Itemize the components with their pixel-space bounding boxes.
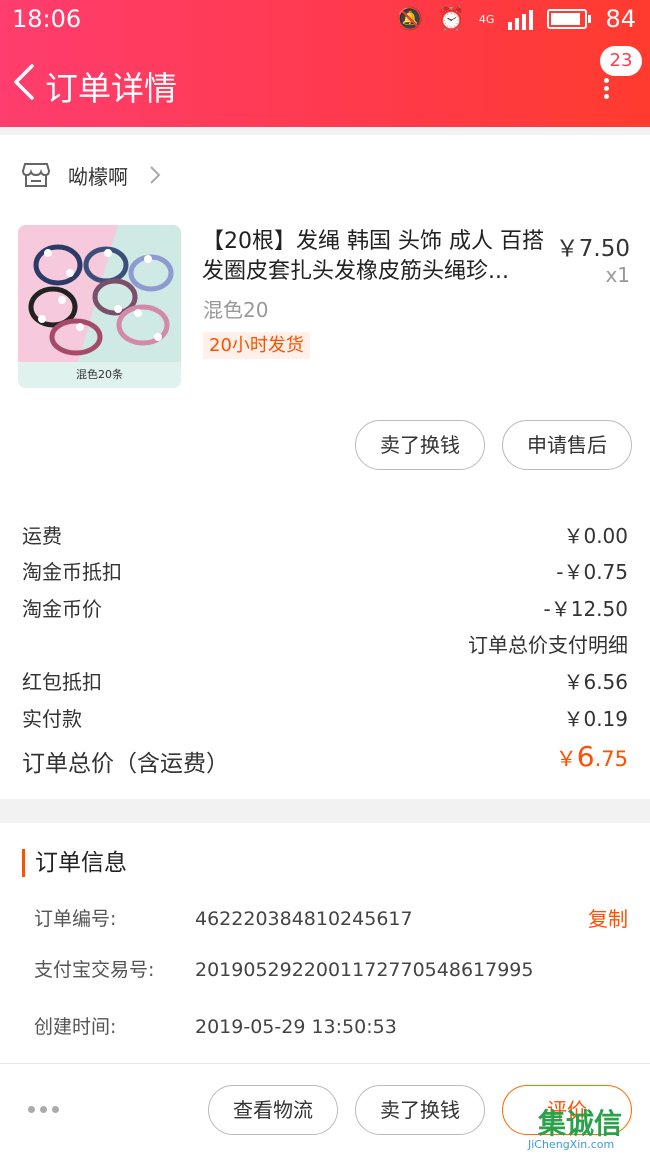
payment-row: 红包抵扣 ￥6.56 xyxy=(22,667,628,697)
product-title[interactable]: 【20根】发绳 韩国 头饰 成人 百搭发圈皮套扎头发橡皮筋头绳珍... xyxy=(202,227,550,287)
total-currency: ￥ xyxy=(555,747,577,771)
shop-row[interactable]: 呦檬啊 xyxy=(22,160,162,190)
sell-button[interactable]: 卖了换钱 xyxy=(355,1085,485,1135)
shop-name: 呦檬啊 xyxy=(68,164,128,189)
signal-icon xyxy=(508,8,534,30)
copy-button[interactable]: 复制 xyxy=(588,905,628,933)
total-integer: 6 xyxy=(576,740,595,773)
status-bar: 18:06 🔕 ⏰ 4G 84 xyxy=(0,0,650,40)
order-card: 呦檬啊 混色20条 【20根】发绳 韩国 头饰 成人 百搭发圈皮套扎头发橡皮筋头… xyxy=(0,135,650,799)
order-total-row: 订单总价（含运费） ￥6.75 xyxy=(22,740,628,780)
battery-level: 84 xyxy=(605,5,636,33)
shipping-tag: 20小时发货 xyxy=(203,332,310,359)
hair-tie-picture xyxy=(18,225,181,362)
order-total-value: ￥6.75 xyxy=(556,740,628,773)
order-info-section: 订单信息 订单编号: 462220384810245617 复制 支付宝交易号:… xyxy=(0,823,650,1063)
order-number: 462220384810245617 xyxy=(195,908,413,930)
after-sales-button[interactable]: 申请售后 xyxy=(502,420,632,470)
order-number-row: 订单编号: 462220384810245617 复制 xyxy=(34,905,628,933)
fee-label: 淘金币价 xyxy=(22,597,102,621)
view-logistics-button[interactable]: 查看物流 xyxy=(208,1085,338,1135)
fee-value: -￥12.50 xyxy=(543,597,628,621)
fee-row: 淘金币抵扣 -￥0.75 xyxy=(22,557,628,587)
fee-label: 淘金币抵扣 xyxy=(22,560,122,584)
info-key: 支付宝交易号: xyxy=(34,959,155,981)
site-watermark: 集诚信 JiChengXin.com xyxy=(528,1098,650,1155)
status-time: 18:06 xyxy=(12,5,82,33)
product-price: ￥7.50 xyxy=(555,236,630,262)
product-image[interactable]: 混色20条 xyxy=(18,225,181,388)
battery-icon xyxy=(547,9,592,29)
alipay-trade-number: 2019052922001172770548617995 xyxy=(195,959,534,981)
payment-detail-link[interactable]: 订单总价支付明细 xyxy=(468,629,628,658)
created-time: 2019-05-29 13:50:53 xyxy=(195,1016,397,1038)
sell-button[interactable]: 卖了换钱 xyxy=(355,420,485,470)
info-key: 创建时间: xyxy=(34,1016,117,1038)
more-menu-icon[interactable] xyxy=(604,78,610,100)
watermark-url: JiChengXin.com xyxy=(528,1138,615,1151)
order-total-label: 订单总价（含运费） xyxy=(22,751,229,777)
payment-row: 实付款 ￥0.19 xyxy=(22,704,628,734)
info-key: 订单编号: xyxy=(34,908,117,930)
fee-value: -￥0.75 xyxy=(556,560,628,584)
watermark-text: 集诚信 xyxy=(538,1107,623,1140)
total-decimal: .75 xyxy=(594,747,628,771)
fee-row: 淘金币价 -￥12.50 xyxy=(22,594,628,624)
product-quantity: x1 xyxy=(605,263,630,287)
more-actions-icon[interactable] xyxy=(28,1106,59,1113)
fee-value: ￥0.00 xyxy=(563,524,628,548)
chevron-right-icon xyxy=(150,166,161,184)
network-type: 4G xyxy=(478,12,495,26)
alarm-icon: ⏰ xyxy=(437,6,465,32)
fee-row: 运费 ￥0.00 xyxy=(22,521,628,551)
back-icon[interactable] xyxy=(10,62,40,102)
status-icons: 🔕 ⏰ 4G 84 xyxy=(396,5,636,33)
payment-value: ￥0.19 xyxy=(563,707,628,731)
payment-label: 实付款 xyxy=(22,707,82,731)
fee-label: 运费 xyxy=(22,524,62,548)
shop-icon xyxy=(22,163,50,187)
order-info-title: 订单信息 xyxy=(22,849,127,877)
payment-label: 红包抵扣 xyxy=(22,670,102,694)
created-time-row: 创建时间: 2019-05-29 13:50:53 xyxy=(34,1013,628,1041)
page-title: 订单详情 xyxy=(45,69,177,108)
app-header: 18:06 🔕 ⏰ 4G 84 订单详情 23 xyxy=(0,0,650,127)
message-count-badge[interactable]: 23 xyxy=(600,46,642,76)
mute-icon: 🔕 xyxy=(396,6,424,32)
product-image-caption: 混色20条 xyxy=(18,362,181,388)
payment-value: ￥6.56 xyxy=(563,670,628,694)
alipay-trade-row: 支付宝交易号: 2019052922001172770548617995 xyxy=(34,956,628,984)
product-sku: 混色20 xyxy=(203,298,269,322)
